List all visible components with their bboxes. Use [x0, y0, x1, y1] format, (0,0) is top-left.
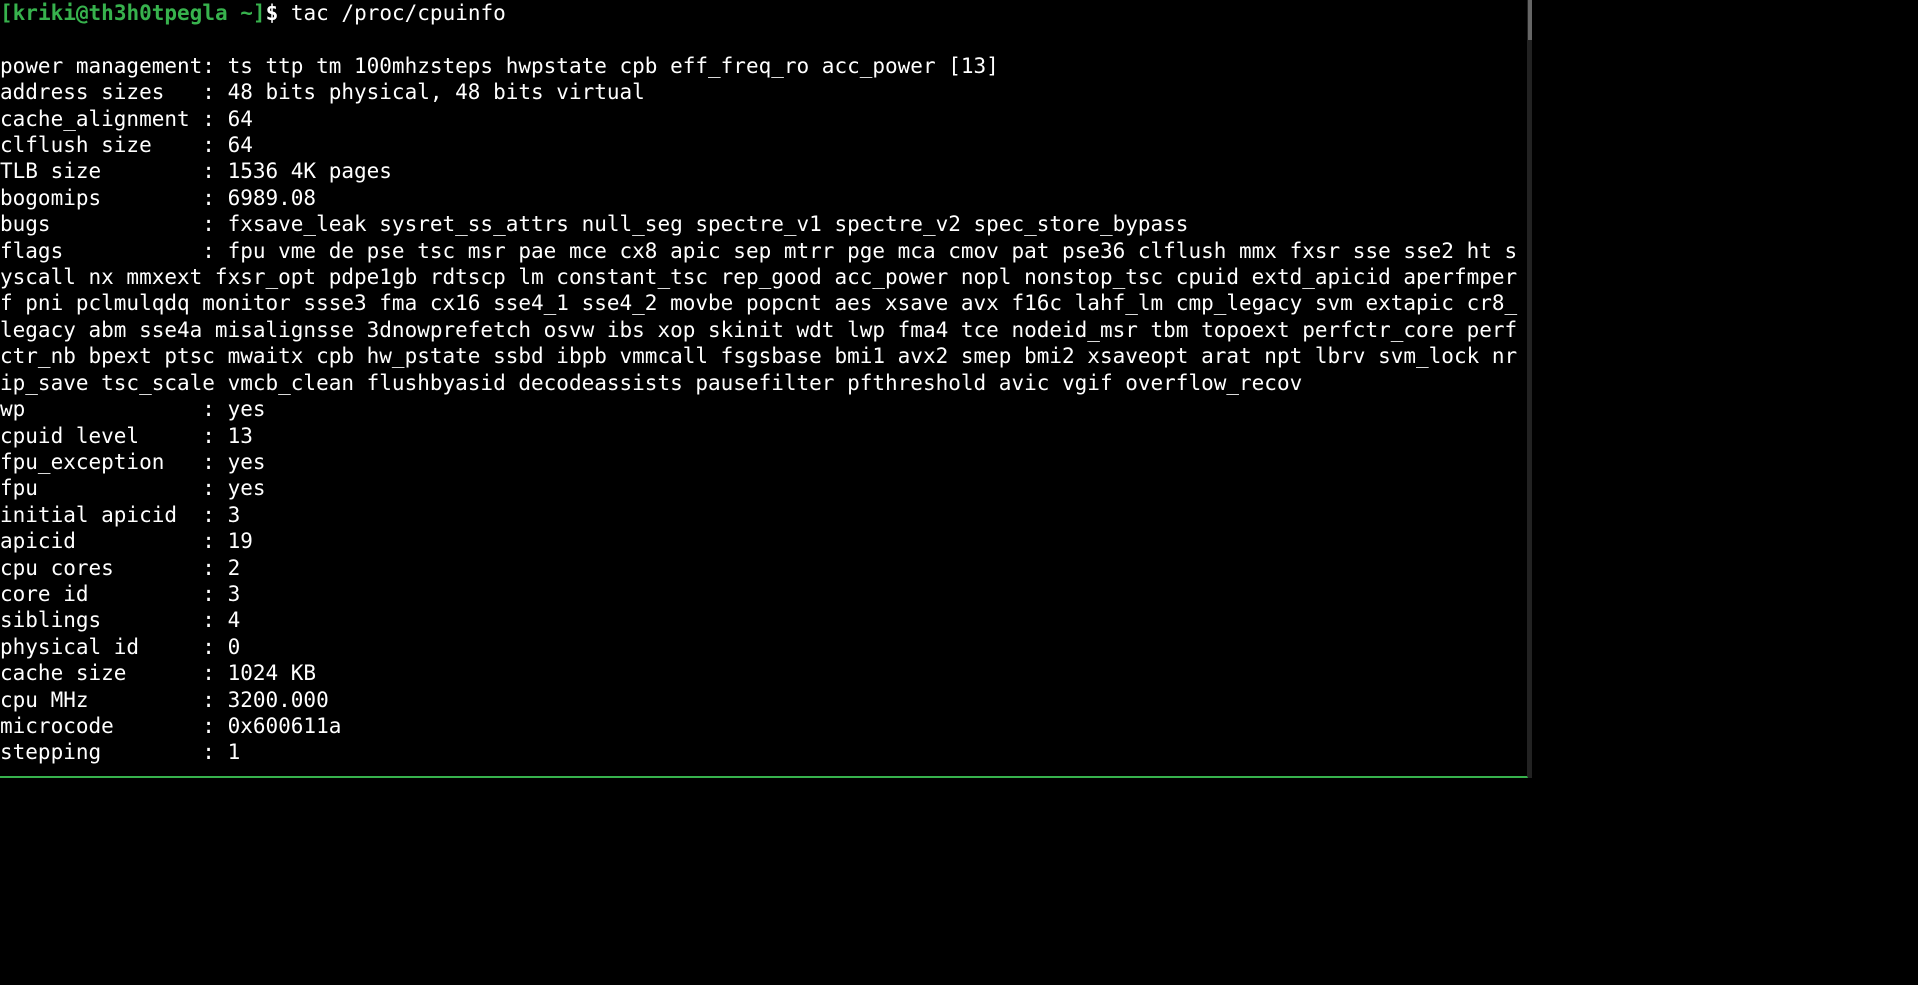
output-line: cpu cores : 2 — [0, 556, 240, 580]
prompt-open-bracket: [ — [0, 1, 13, 25]
scrollbar-vertical[interactable] — [1528, 0, 1532, 778]
output-line: wp : yes — [0, 397, 266, 421]
prompt-dollar: $ — [266, 1, 291, 25]
output-line: microcode : 0x600611a — [0, 714, 341, 738]
prompt-cwd: ~ — [228, 1, 253, 25]
output-line: power management: ts ttp tm 100mhzsteps … — [0, 54, 999, 78]
prompt-host: th3h0tpegla — [89, 1, 228, 25]
output-line: initial apicid : 3 — [0, 503, 240, 527]
output-line: bugs : fxsave_leak sysret_ss_attrs null_… — [0, 212, 1188, 236]
prompt-user: kriki — [13, 1, 76, 25]
output-line: bogomips : 6989.08 — [0, 186, 316, 210]
output-line: physical id : 0 — [0, 635, 240, 659]
output-line: TLB size : 1536 4K pages — [0, 159, 392, 183]
output-line: address sizes : 48 bits physical, 48 bit… — [0, 80, 645, 104]
output-line: apicid : 19 — [0, 529, 253, 553]
output-line: stepping : 1 — [0, 740, 240, 764]
output-line: cache size : 1024 KB — [0, 661, 316, 685]
output-line: cache_alignment : 64 — [0, 107, 253, 131]
output-line: siblings : 4 — [0, 608, 240, 632]
output-line: fpu_exception : yes — [0, 450, 266, 474]
scrollbar-thumb[interactable] — [1528, 0, 1532, 40]
output-line: flags : fpu vme de pse tsc msr pae mce c… — [0, 239, 1517, 395]
output-line: fpu : yes — [0, 476, 266, 500]
output-line: core id : 3 — [0, 582, 240, 606]
prompt-close-bracket: ] — [253, 1, 266, 25]
terminal-viewport[interactable]: [kriki@th3h0tpegla ~]$ tac /proc/cpuinfo… — [0, 0, 1528, 778]
output-line: cpuid level : 13 — [0, 424, 253, 448]
command-text: tac /proc/cpuinfo — [291, 1, 506, 25]
terminal-window: [kriki@th3h0tpegla ~]$ tac /proc/cpuinfo… — [0, 0, 1918, 985]
output-line: cpu MHz : 3200.000 — [0, 688, 329, 712]
output-line: clflush size : 64 — [0, 133, 253, 157]
prompt-at-sep: @ — [76, 1, 89, 25]
